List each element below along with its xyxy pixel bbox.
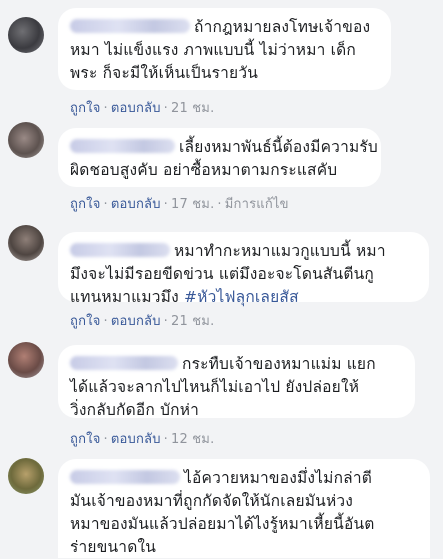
timestamp[interactable]: 21 ชม. — [171, 314, 214, 329]
separator: · — [103, 432, 108, 447]
comment-actions: ถูกใจ · ตอบกลับ · 21 ชม. — [70, 310, 214, 331]
comment-actions: ถูกใจ · ตอบกลับ · 21 ชม. — [70, 97, 214, 118]
avatar[interactable] — [8, 17, 44, 53]
comment-line: ร่ายขนาดใน — [70, 538, 157, 556]
comment-bubble: หมาทำกะหมาแมวกูแบบนี้ หมา มึงจะไม่มีรอยข… — [58, 232, 429, 306]
separator: · — [163, 197, 168, 212]
author-name[interactable] — [70, 139, 175, 153]
comment-bubble: ถ้ากฎหมายลงโทษเจ้าของ หมา ไม่แข็งแรง ภาพ… — [58, 8, 391, 90]
comment-bubble: เลี้ยงหมาพันธ์นี้ต้องมีความรับ ผิดชอบสูง… — [58, 128, 381, 187]
separator: · — [163, 432, 168, 447]
like-link[interactable]: ถูกใจ — [70, 101, 101, 116]
separator: · — [163, 101, 168, 116]
comment-line: ถ้ากฎหมายลงโทษเจ้าของ — [70, 16, 379, 39]
comment-line: หมา ไม่แข็งแรง ภาพแบบนี้ ไม่ว่าหมา เด็ก — [70, 41, 357, 59]
separator: · — [163, 314, 168, 329]
comment-line: แทนหมาแมวมึง #หัวไฟลุกเลยสัส — [70, 288, 299, 306]
hashtag-link[interactable]: #หัวไฟลุกเลยสัส — [184, 288, 299, 306]
comment-line: หมาทำกะหมาแมวกูแบบนี้ หมา — [70, 240, 417, 263]
separator: · — [103, 197, 108, 212]
comment-line: ไอ้ควายหมาของมึ่งไม่กล่าตี — [70, 467, 418, 490]
separator: · — [103, 314, 108, 329]
comment-line: ได้แล้วจะลากไปไหนก็ไม่เอาไป ยังปล่อยให้ — [70, 378, 360, 396]
author-name[interactable] — [70, 19, 190, 33]
comment-bubble: กระทืบเจ้าของหมาแม่ม แยก ได้แล้วจะลากไปไ… — [58, 345, 415, 419]
comment-line: มึงจะไม่มีรอยขีดข่วน แต่มึงอะจะโดนสันตีน… — [70, 265, 374, 283]
author-name[interactable] — [70, 470, 180, 484]
like-link[interactable]: ถูกใจ — [70, 314, 101, 329]
comment-line: กระทืบเจ้าของหมาแม่ม แยก — [70, 353, 403, 376]
author-name[interactable] — [70, 243, 170, 257]
comment-actions: ถูกใจ · ตอบกลับ · 12 ชม. — [70, 428, 214, 449]
comment-line: พระ ก็จะมีให้เห็นเป็นรายวัน — [70, 64, 259, 82]
separator: · — [217, 197, 222, 212]
timestamp[interactable]: 21 ชม. — [171, 101, 214, 116]
timestamp[interactable]: 12 ชม. — [171, 432, 214, 447]
avatar[interactable] — [8, 342, 44, 378]
author-name[interactable] — [70, 356, 178, 370]
reply-link[interactable]: ตอบกลับ — [111, 314, 161, 329]
comment-line: เลี้ยงหมาพันธ์นี้ต้องมีความรับ — [70, 136, 378, 159]
avatar[interactable] — [8, 458, 44, 494]
comment-line: หมาของมันแล้วปล่อยมาได้ไงรู้หมาเหี้ยนี้อ… — [70, 515, 375, 533]
comment-line: ผิดชอบสูงคับ อย่าซื้อหมาตามกระแสคับ — [70, 161, 338, 179]
like-link[interactable]: ถูกใจ — [70, 197, 101, 212]
reply-link[interactable]: ตอบกลับ — [111, 197, 161, 212]
edited-label[interactable]: มีการแก้ไข — [225, 197, 289, 212]
comment-line: วิ่งกลับกัดอีก บักห่า — [70, 401, 200, 419]
timestamp[interactable]: 17 ชม. — [171, 197, 214, 212]
comment-bubble: ไอ้ควายหมาของมึ่งไม่กล่าตี มันเจ้าของหมา… — [58, 459, 430, 558]
like-link[interactable]: ถูกใจ — [70, 432, 101, 447]
comment-actions: ถูกใจ · ตอบกลับ · 17 ชม. · มีการแก้ไข — [70, 193, 289, 214]
reply-link[interactable]: ตอบกลับ — [111, 101, 161, 116]
avatar[interactable] — [8, 122, 44, 158]
separator: · — [103, 101, 108, 116]
avatar[interactable] — [8, 225, 44, 261]
reply-link[interactable]: ตอบกลับ — [111, 432, 161, 447]
comment-line: มันเจ้าของหมาที่ถูกกัดจัดให้นักเลยมันห่ว… — [70, 492, 354, 510]
